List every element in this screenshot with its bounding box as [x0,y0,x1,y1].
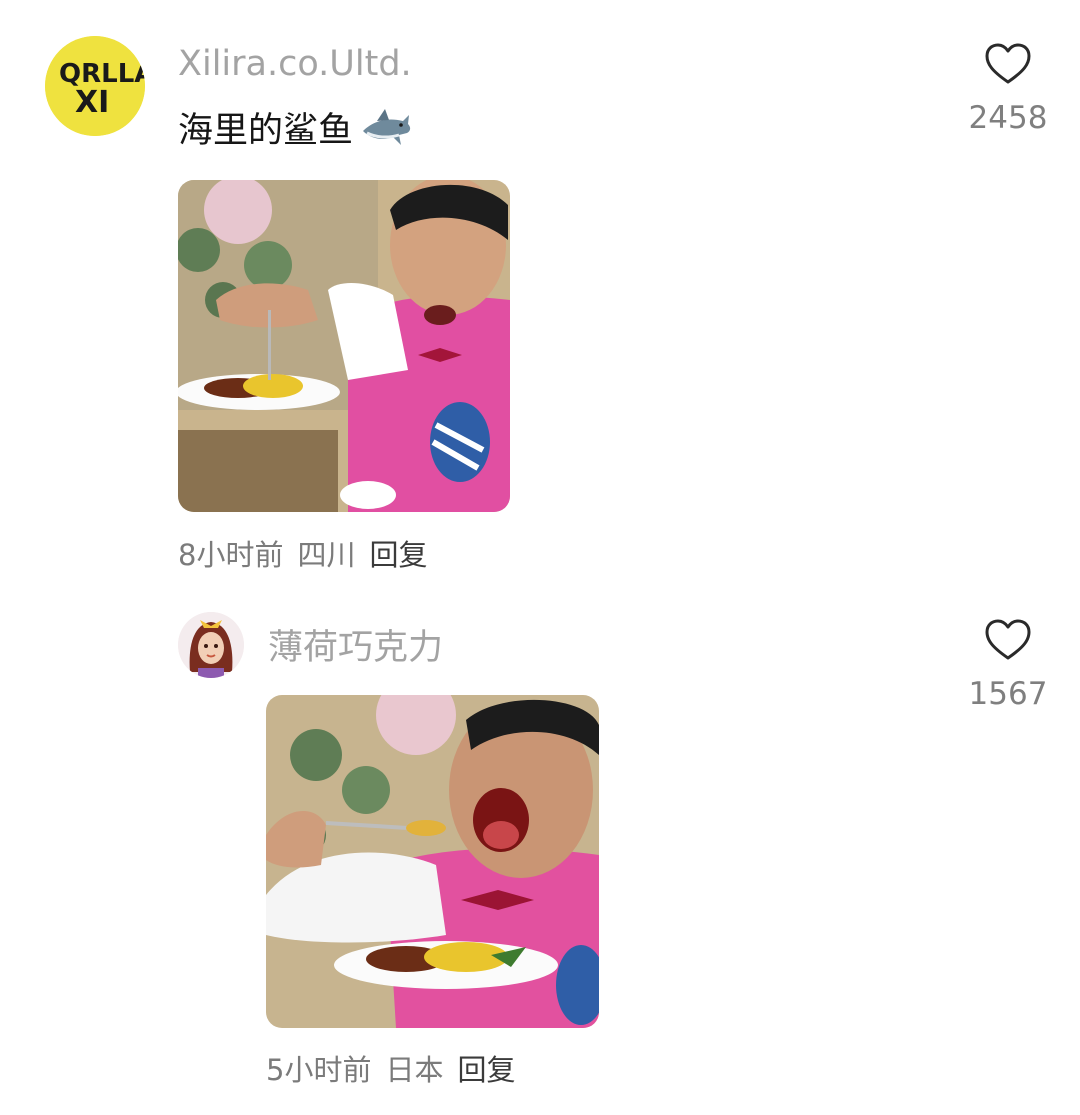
svg-text:XI: XI [75,85,109,120]
like-count: 2458 [968,100,1048,136]
heart-icon[interactable] [984,618,1032,662]
comment-text-content: 海里的鲨鱼 [178,111,354,151]
photo-curry-man-eating [266,695,599,1028]
heart-icon[interactable] [984,42,1032,86]
like-control[interactable]: 2458 [948,42,1068,136]
reply-button[interactable]: 回复 [369,532,427,574]
location: 日本 [385,1053,444,1087]
comment-image[interactable] [266,695,599,1028]
brand-logo-icon: QRLLA XI [45,36,145,136]
username[interactable]: 薄荷巧克力 [268,619,443,670]
comment-image[interactable] [178,180,510,512]
photo-curry-man [178,180,510,512]
avatar[interactable]: QRLLA XI [45,36,145,136]
comment-text: 海里的鲨鱼 [178,102,413,153]
timestamp: 8小时前 [178,538,284,572]
reply-button[interactable]: 回复 [457,1047,515,1089]
location: 四川 [297,538,356,572]
timestamp: 5小时前 [266,1053,372,1087]
comment-item: 薄荷巧克力 5小时前 日本 回复 1567 [0,600,1080,1115]
girl-avatar-icon [178,612,244,678]
comment-meta: 5小时前 日本 回复 [266,1047,515,1089]
like-control[interactable]: 1567 [948,618,1068,712]
shark-icon [363,108,411,145]
comment-meta: 8小时前 四川 回复 [178,532,427,574]
avatar[interactable] [178,612,244,678]
comment-item: QRLLA XI Xilira.co.Ultd. 海里的鲨鱼 8小时前 四川 回… [0,0,1080,600]
like-count: 1567 [968,676,1048,712]
username[interactable]: Xilira.co.Ultd. [178,44,412,84]
